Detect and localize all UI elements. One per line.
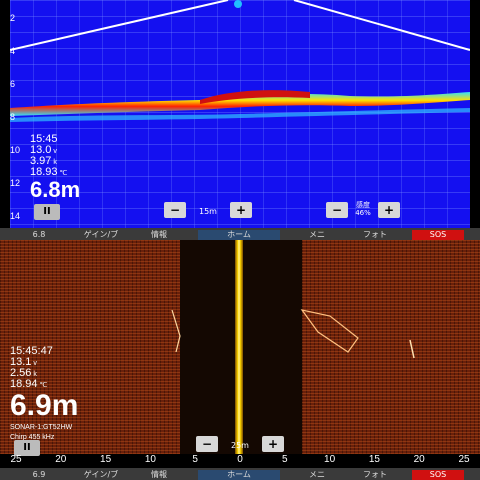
depth-tick-label: 8: [10, 112, 16, 122]
range-tick-label: 20: [413, 454, 425, 465]
pause-button[interactable]: II: [34, 204, 60, 220]
gain-indicator: 感度 46%: [355, 201, 371, 217]
gain-softkey[interactable]: ゲイン/ブ: [76, 470, 126, 480]
zoom-in-button[interactable]: +: [230, 202, 252, 218]
depth-tick-label: 2: [10, 13, 16, 23]
photo-softkey[interactable]: フォト: [350, 470, 400, 480]
range-tick-label: 5: [282, 454, 288, 465]
beam-left-line: [10, 0, 229, 51]
sidescan-sonar-pane[interactable]: 15:45:47 13.1 v 2.56 k 18.94 ℃ 6.9m SONA…: [0, 240, 480, 480]
zoom-out-button[interactable]: −: [196, 436, 218, 452]
range-tick-label: 0: [237, 454, 243, 465]
menu-softkey[interactable]: メニ: [292, 230, 342, 240]
range-scale: 25 20 15 10 5 0 5 10 15 20 25: [0, 454, 480, 468]
info-softkey[interactable]: 情報: [134, 230, 184, 240]
range-tick-label: 25: [458, 454, 470, 465]
top-readouts: 15:45 13.0 v 3.97 k 18.93 ℃ 6.8m: [30, 134, 80, 201]
home-softkey[interactable]: ホーム: [198, 230, 280, 240]
right-object-feature: [409, 339, 415, 359]
range-tick-label: 5: [192, 454, 198, 465]
depth-tick-label: 4: [10, 46, 16, 56]
depth-readout: 6.8m: [30, 177, 81, 202]
home-softkey[interactable]: ホーム: [198, 470, 280, 480]
zoom-out-button[interactable]: −: [164, 202, 186, 218]
traditional-sonar-pane[interactable]: 2 4 6 8 10 12 14 15:45 13.0 v 3.97 k 18.93 ℃ 6…: [0, 0, 480, 240]
transducer-label: SONAR-1:GT52HW: [10, 424, 73, 431]
depth-tick-label: 10: [10, 145, 21, 155]
info-softkey[interactable]: 情報: [134, 470, 184, 480]
bottom-softkey-bar: 6.9 ゲイン/ブ 情報 ホーム メニ フォト SOS: [0, 468, 480, 480]
photo-softkey[interactable]: フォト: [350, 230, 400, 240]
zoom-in-button[interactable]: +: [262, 436, 284, 452]
range-tick-label: 20: [55, 454, 67, 465]
gain-up-button[interactable]: +: [378, 202, 400, 218]
range-tick-label: 10: [324, 454, 336, 465]
range-tick-label: 10: [144, 454, 156, 465]
depth-readout: 6.9m: [10, 389, 79, 422]
menu-softkey[interactable]: メニ: [292, 470, 342, 480]
depth-tick-label: 6: [10, 79, 16, 89]
sos-softkey[interactable]: SOS: [412, 470, 464, 480]
sos-softkey[interactable]: SOS: [412, 230, 464, 240]
depth-softkey[interactable]: 6.8: [10, 230, 68, 240]
right-structure-feature: [300, 309, 359, 353]
gain-softkey[interactable]: ゲイン/ブ: [76, 230, 126, 240]
depth-tick-label: 12: [10, 178, 21, 188]
depth-scale: 2 4 6 8 10 12 14: [10, 0, 32, 228]
range-tick-label: 15: [100, 454, 112, 465]
range-tick-label: 25: [10, 454, 22, 465]
beam-right-line: [293, 0, 470, 51]
surface-clutter: [234, 0, 242, 8]
bottom-readouts: 15:45:47 13.1 v 2.56 k 18.94 ℃ 6.9m SONA…: [10, 346, 79, 442]
left-edge-feature: [171, 309, 181, 353]
zoom-level: 15m: [199, 207, 217, 216]
zoom-level: 25m: [231, 441, 249, 450]
range-tick-label: 15: [368, 454, 380, 465]
depth-softkey[interactable]: 6.9: [10, 470, 68, 480]
gain-down-button[interactable]: −: [326, 202, 348, 218]
depth-tick-label: 14: [10, 211, 21, 221]
top-softkey-bar: 6.8 ゲイン/ブ 情報 ホーム メニ フォト SOS: [0, 228, 480, 240]
